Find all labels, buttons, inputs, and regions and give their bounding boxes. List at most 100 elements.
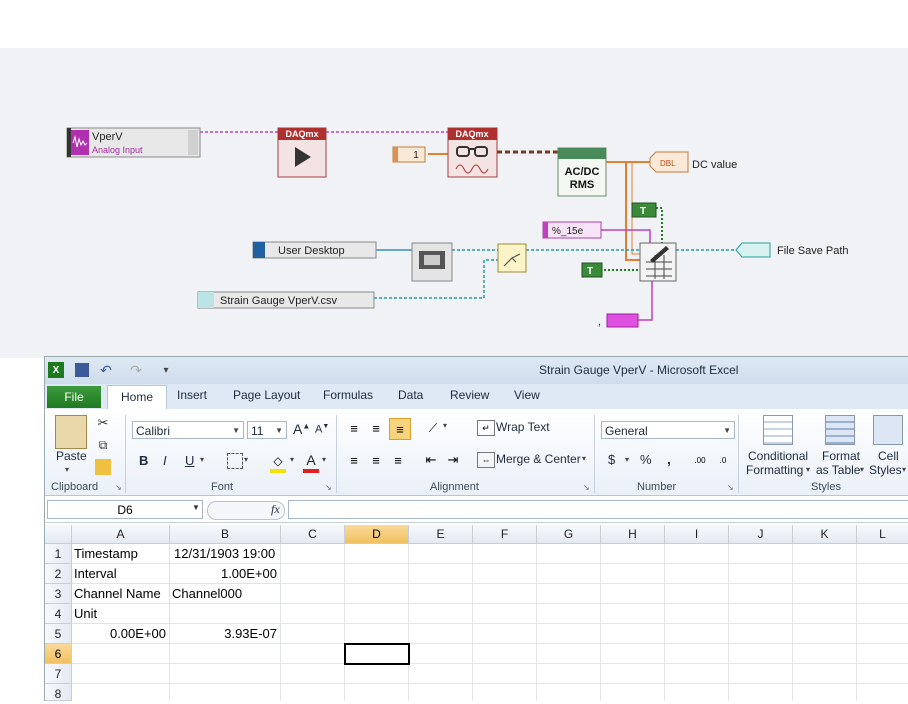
font-launcher-icon[interactable]: ↘ (325, 483, 332, 492)
tab-data[interactable]: Data (398, 388, 423, 402)
undo-icon[interactable]: ↶ (97, 361, 115, 379)
file-save-path-indicator[interactable]: File Save Path (735, 242, 849, 258)
percent-button[interactable]: % (640, 452, 652, 467)
customize-toolbar-icon[interactable]: ▾ (161, 361, 171, 379)
decrease-indent-icon[interactable]: ⇤ (422, 451, 440, 469)
top-align-icon[interactable]: ≡ (345, 419, 363, 437)
row-header[interactable]: 6 (45, 644, 72, 664)
tab-view[interactable]: View (514, 388, 540, 402)
conditional-formatting-line1[interactable]: Conditional (748, 449, 808, 463)
cell-B5[interactable]: 3.93E-07 (170, 624, 281, 644)
daqmx-read-node[interactable]: DAQmx (447, 127, 498, 178)
number-launcher-icon[interactable]: ↘ (727, 483, 734, 492)
tab-home[interactable]: Home (107, 385, 167, 410)
column-header[interactable]: J (729, 525, 793, 544)
column-header[interactable]: L (857, 525, 908, 544)
orientation-dropdown-icon[interactable]: ▾ (443, 421, 447, 430)
cell-A2[interactable]: Interval (72, 564, 170, 584)
column-header[interactable]: D (345, 525, 409, 544)
ac-dc-rms-node[interactable]: AC/DC RMS (557, 147, 607, 197)
cell-styles-line1[interactable]: Cell (878, 449, 899, 463)
number-format-combo[interactable]: General ▼ (601, 421, 735, 439)
fill-color-dropdown-icon[interactable]: ▾ (290, 455, 294, 464)
format-as-table-line2[interactable]: as Table (816, 463, 860, 477)
align-center-icon[interactable]: ≡ (367, 451, 385, 469)
tab-insert[interactable]: Insert (177, 388, 207, 402)
save-icon[interactable] (75, 363, 89, 377)
font-color-dropdown-icon[interactable]: ▾ (322, 455, 326, 464)
italic-button[interactable]: I (163, 453, 167, 468)
true-constant-2[interactable]: T (581, 262, 603, 278)
column-header[interactable]: K (793, 525, 857, 544)
comma-button[interactable]: , (667, 451, 671, 467)
font-color-icon[interactable]: A (303, 451, 319, 473)
paste-dropdown-icon[interactable]: ▾ (65, 465, 69, 474)
tab-review[interactable]: Review (450, 388, 489, 402)
name-box[interactable]: D6 (47, 500, 203, 519)
currency-dropdown-icon[interactable]: ▾ (625, 455, 629, 464)
borders-dropdown-icon[interactable]: ▾ (244, 455, 248, 464)
merge-center-button[interactable]: Merge & Center (496, 452, 581, 466)
cell-styles-dropdown-icon[interactable]: ▾ (902, 465, 906, 474)
filename-constant[interactable]: Strain Gauge VperV.csv (197, 291, 375, 309)
samples-constant[interactable]: 1 (392, 146, 426, 163)
format-as-table-dropdown-icon[interactable]: ▾ (860, 465, 864, 474)
write-spreadsheet-node[interactable] (639, 242, 677, 282)
row-header[interactable]: 4 (45, 604, 72, 624)
shrink-font-icon[interactable]: A▼ (315, 423, 329, 436)
cell-A1[interactable]: Timestamp (72, 544, 170, 564)
excel-icon[interactable]: X (48, 362, 64, 378)
insert-function-button[interactable]: fx (271, 502, 280, 517)
column-header[interactable]: G (537, 525, 601, 544)
dc-value-indicator[interactable]: DBL DC value (649, 151, 737, 173)
system-directory-node[interactable] (411, 242, 453, 282)
font-name-combo[interactable]: Calibri ▼ (132, 421, 244, 439)
column-header[interactable]: B (170, 525, 281, 544)
font-size-combo[interactable]: 11 ▼ (247, 421, 287, 439)
active-cell-cursor[interactable] (344, 643, 410, 665)
merge-center-icon[interactable]: ⇔ (477, 452, 495, 468)
delimiter-constant[interactable]: , (598, 313, 639, 328)
redo-icon[interactable]: ↷ (127, 361, 145, 379)
bottom-align-icon[interactable]: ≡ (389, 418, 411, 440)
column-header[interactable]: E (409, 525, 473, 544)
merge-dropdown-icon[interactable]: ▾ (582, 454, 586, 463)
row-header[interactable]: 2 (45, 564, 72, 584)
align-right-icon[interactable]: ≡ (389, 451, 407, 469)
row-header[interactable]: 8 (45, 684, 72, 701)
analog-input-constant[interactable]: VperV Analog Input (66, 127, 201, 158)
align-left-icon[interactable]: ≡ (345, 451, 363, 469)
fill-color-icon[interactable]: ◇ (270, 453, 286, 473)
middle-align-icon[interactable]: ≡ (367, 419, 385, 437)
conditional-formatting-line2[interactable]: Formatting (746, 463, 803, 477)
cell-B3[interactable]: Channel000 (170, 584, 281, 604)
row-header[interactable]: 5 (45, 624, 72, 644)
tab-file[interactable]: File (47, 386, 101, 408)
bold-button[interactable]: B (139, 453, 148, 468)
cell-B2[interactable]: 1.00E+00 (170, 564, 281, 584)
column-header[interactable]: I (665, 525, 729, 544)
clipboard-launcher-icon[interactable]: ↘ (115, 483, 122, 492)
row-header[interactable]: 7 (45, 664, 72, 684)
select-all-corner[interactable] (45, 525, 72, 544)
format-as-table-icon[interactable] (825, 415, 855, 445)
underline-button[interactable]: U (185, 453, 194, 468)
grow-font-icon[interactable]: A▲ (293, 421, 310, 437)
worksheet-grid[interactable]: A B C D E F G H I J K L 1 2 3 4 5 6 7 8 … (45, 525, 908, 701)
tab-formulas[interactable]: Formulas (323, 388, 373, 402)
paste-icon[interactable] (55, 415, 87, 449)
true-constant-1[interactable]: T (631, 202, 657, 218)
underline-dropdown-icon[interactable]: ▾ (200, 455, 204, 464)
conditional-formatting-icon[interactable] (763, 415, 793, 445)
wrap-text-icon[interactable]: ↵ (477, 420, 495, 436)
name-box-dropdown-icon[interactable]: ▼ (192, 503, 200, 512)
tab-page-layout[interactable]: Page Layout (233, 388, 300, 402)
currency-button[interactable]: $ (608, 452, 615, 467)
formula-input[interactable] (288, 500, 908, 519)
row-header[interactable]: 1 (45, 544, 72, 564)
format-string-constant[interactable]: %_15e (542, 221, 602, 239)
wrap-text-button[interactable]: Wrap Text (496, 420, 550, 434)
alignment-launcher-icon[interactable]: ↘ (583, 483, 590, 492)
format-as-table-line1[interactable]: Format (822, 449, 860, 463)
copy-icon[interactable]: ⧉ (95, 437, 111, 453)
